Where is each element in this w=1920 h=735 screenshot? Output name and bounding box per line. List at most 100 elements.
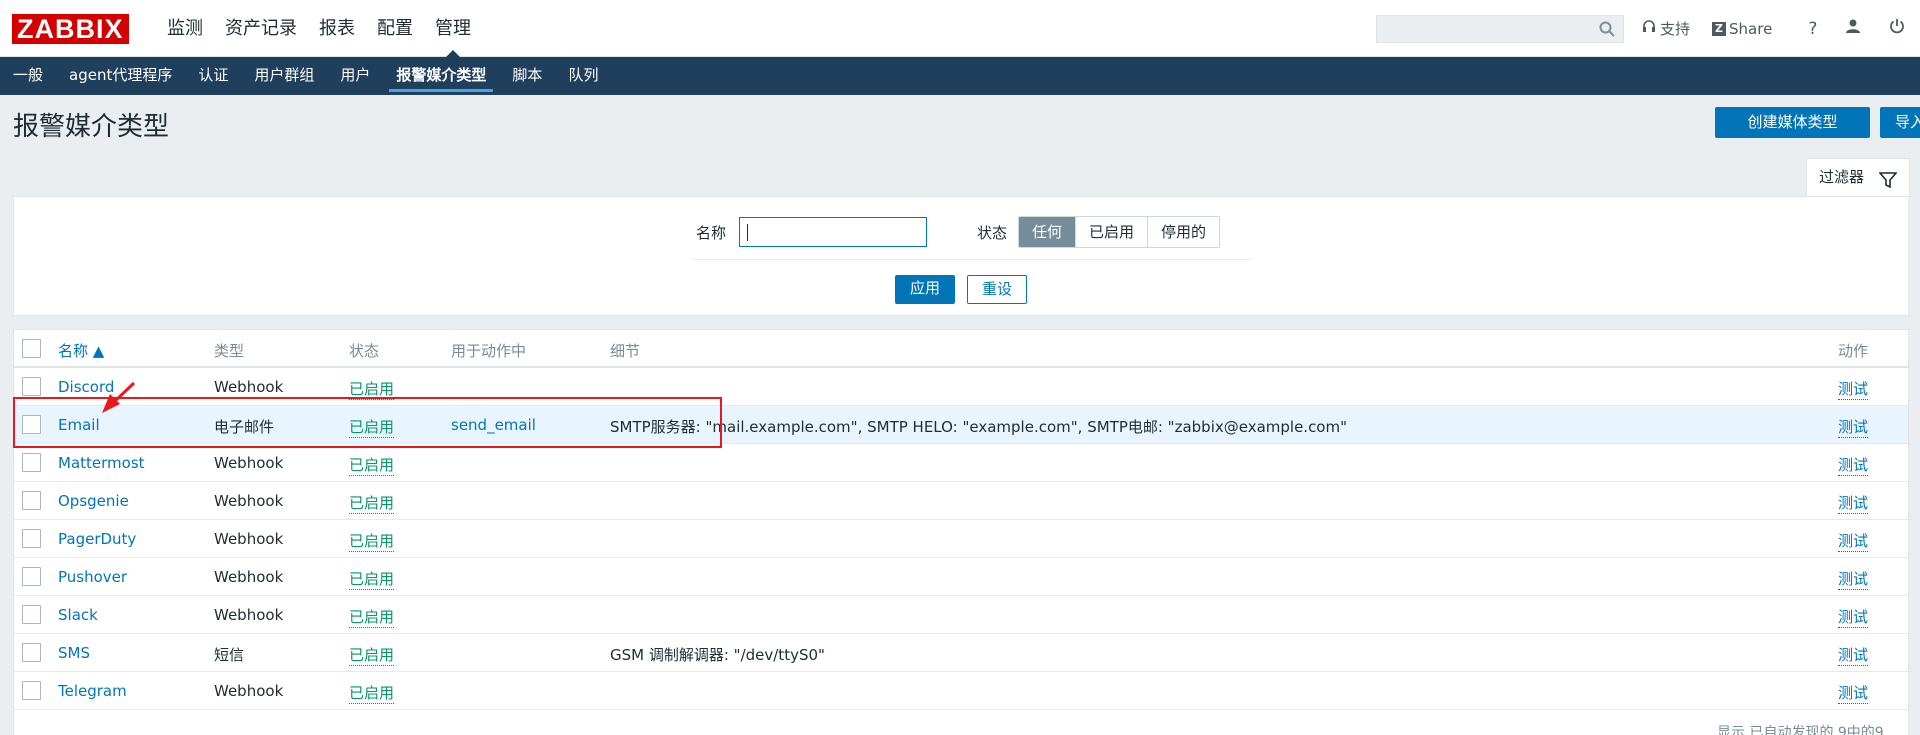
media-name-link[interactable]: Discord (58, 378, 114, 396)
media-name-link[interactable]: Slack (58, 606, 98, 624)
media-details: GSM 调制解调器: "/dev/ttyS0" (610, 646, 825, 664)
status-toggle[interactable]: 已启用 (349, 644, 395, 666)
row-checkbox[interactable] (22, 681, 41, 700)
filter-tab-label: 过滤器 (1819, 168, 1865, 186)
annotation-highlight-box (13, 397, 722, 448)
select-all-checkbox[interactable] (22, 339, 41, 358)
test-link[interactable]: 测试 (1838, 454, 1869, 476)
name-filter-input[interactable] (739, 217, 927, 247)
test-link[interactable]: 测试 (1838, 530, 1869, 552)
status-toggle[interactable]: 已启用 (349, 530, 395, 552)
status-toggle[interactable]: 已启用 (349, 492, 395, 514)
status-toggle[interactable]: 已启用 (349, 568, 395, 590)
table-row: Slack Webhook 已启用 测试 (14, 596, 1908, 634)
status-filter-segmented: 任何 已启用 停用的 (1018, 216, 1221, 248)
test-link[interactable]: 测试 (1838, 644, 1869, 666)
media-name-link[interactable]: Pushover (58, 568, 127, 586)
search-icon[interactable] (1599, 21, 1615, 41)
media-type: Webhook (214, 568, 284, 586)
subnav-users[interactable]: 用户 (327, 57, 383, 95)
row-checkbox[interactable] (22, 643, 41, 662)
test-link[interactable]: 测试 (1838, 606, 1869, 628)
media-name-link[interactable]: PagerDuty (58, 530, 136, 548)
type-column-header: 类型 (214, 342, 245, 360)
zabbix-share-icon: Z (1712, 21, 1727, 36)
status-filter-label: 状态 (977, 224, 1008, 242)
header-tools: 支持 Z Share ? (1642, 0, 1919, 57)
table-row: Opsgenie Webhook 已启用 测试 (14, 482, 1908, 520)
import-button[interactable]: 导入 (1880, 107, 1920, 138)
page-title: 报警媒介类型 (13, 112, 170, 142)
nav-inventory[interactable]: 资产记录 (214, 0, 308, 57)
status-toggle[interactable]: 已启用 (349, 682, 395, 704)
test-link[interactable]: 测试 (1838, 568, 1869, 590)
media-name-link[interactable]: SMS (58, 644, 90, 662)
table-row: PagerDuty Webhook 已启用 测试 (14, 520, 1908, 558)
nav-configuration[interactable]: 配置 (366, 0, 424, 57)
subnav-authentication[interactable]: 认证 (185, 57, 241, 95)
apply-button[interactable]: 应用 (895, 275, 955, 304)
sign-out-icon[interactable] (1889, 18, 1905, 39)
status-toggle[interactable]: 已启用 (349, 454, 395, 476)
top-header: ZABBIX 监测 资产记录 报表 配置 管理 支持 Z Share ? (0, 0, 1920, 58)
name-filter-label: 名称 (696, 224, 727, 242)
media-type: Webhook (214, 682, 284, 700)
status-toggle[interactable]: 已启用 (349, 606, 395, 628)
share-label: Share (1729, 19, 1773, 38)
status-disabled-option[interactable]: 停用的 (1147, 217, 1220, 247)
filter-tab[interactable]: 过滤器 (1806, 158, 1910, 196)
table-header: 名称 ▲ 类型 状态 用于动作中 细节 动作 (14, 330, 1908, 368)
headset-icon (1642, 19, 1656, 38)
create-media-type-button[interactable]: 创建媒体类型 (1715, 107, 1870, 138)
subnav-queue[interactable]: 队列 (555, 57, 611, 95)
row-checkbox[interactable] (22, 529, 41, 548)
zabbix-logo[interactable]: ZABBIX (12, 14, 129, 44)
media-type: 短信 (214, 646, 245, 664)
subnav-scripts[interactable]: 脚本 (499, 57, 555, 95)
subnav-general[interactable]: 一般 (0, 57, 56, 95)
test-link[interactable]: 测试 (1838, 378, 1869, 400)
status-any-option[interactable]: 任何 (1019, 217, 1076, 247)
media-type: Webhook (214, 530, 284, 548)
status-enabled-option[interactable]: 已启用 (1075, 217, 1148, 247)
nav-monitoring[interactable]: 监测 (156, 0, 214, 57)
row-checkbox[interactable] (22, 377, 41, 396)
row-checkbox[interactable] (22, 605, 41, 624)
media-name-link[interactable]: Opsgenie (58, 492, 129, 510)
name-column-header[interactable]: 名称 ▲ (58, 340, 104, 361)
media-type: Webhook (214, 378, 284, 396)
subnav-user-groups[interactable]: 用户群组 (241, 57, 327, 95)
media-name-link[interactable]: Mattermost (58, 454, 145, 472)
subnav-proxies[interactable]: agent代理程序 (56, 57, 185, 95)
global-search-input[interactable] (1376, 15, 1624, 43)
test-link[interactable]: 测试 (1838, 416, 1869, 438)
media-name-link[interactable]: Telegram (58, 682, 127, 700)
media-types-table: 名称 ▲ 类型 状态 用于动作中 细节 动作 Discord Webhook 已… (13, 329, 1909, 735)
subnav-media-types[interactable]: 报警媒介类型 (383, 57, 499, 95)
table-row: Mattermost Webhook 已启用 测试 (14, 444, 1908, 482)
reset-button[interactable]: 重设 (967, 275, 1027, 304)
media-type: Webhook (214, 454, 284, 472)
help-icon[interactable]: ? (1808, 19, 1817, 39)
share-link[interactable]: Z Share (1712, 20, 1772, 38)
media-type: Webhook (214, 492, 284, 510)
test-link[interactable]: 测试 (1838, 492, 1869, 514)
nav-administration[interactable]: 管理 (424, 0, 482, 58)
row-checkbox[interactable] (22, 453, 41, 472)
row-checkbox[interactable] (22, 491, 41, 510)
nav-reports[interactable]: 报表 (308, 0, 366, 57)
support-link[interactable]: 支持 (1642, 18, 1690, 39)
filter-divider (692, 259, 1252, 260)
filter-panel: 名称 状态 任何 已启用 停用的 应用 重设 (13, 196, 1909, 316)
test-link[interactable]: 测试 (1838, 682, 1869, 704)
row-checkbox[interactable] (22, 567, 41, 586)
table-row: SMS 短信 已启用 GSM 调制解调器: "/dev/ttyS0" 测试 (14, 634, 1908, 672)
user-profile-icon[interactable] (1845, 18, 1861, 39)
table-row: Telegram Webhook 已启用 测试 (14, 672, 1908, 710)
used-in-actions-column-header: 用于动作中 (451, 342, 527, 360)
main-nav: 监测 资产记录 报表 配置 管理 (156, 0, 482, 58)
status-column-header: 状态 (349, 342, 380, 360)
support-label: 支持 (1660, 20, 1691, 38)
sub-nav: 一般 agent代理程序 认证 用户群组 用户 报警媒介类型 脚本 队列 (0, 57, 1920, 95)
details-column-header: 细节 (610, 342, 641, 360)
